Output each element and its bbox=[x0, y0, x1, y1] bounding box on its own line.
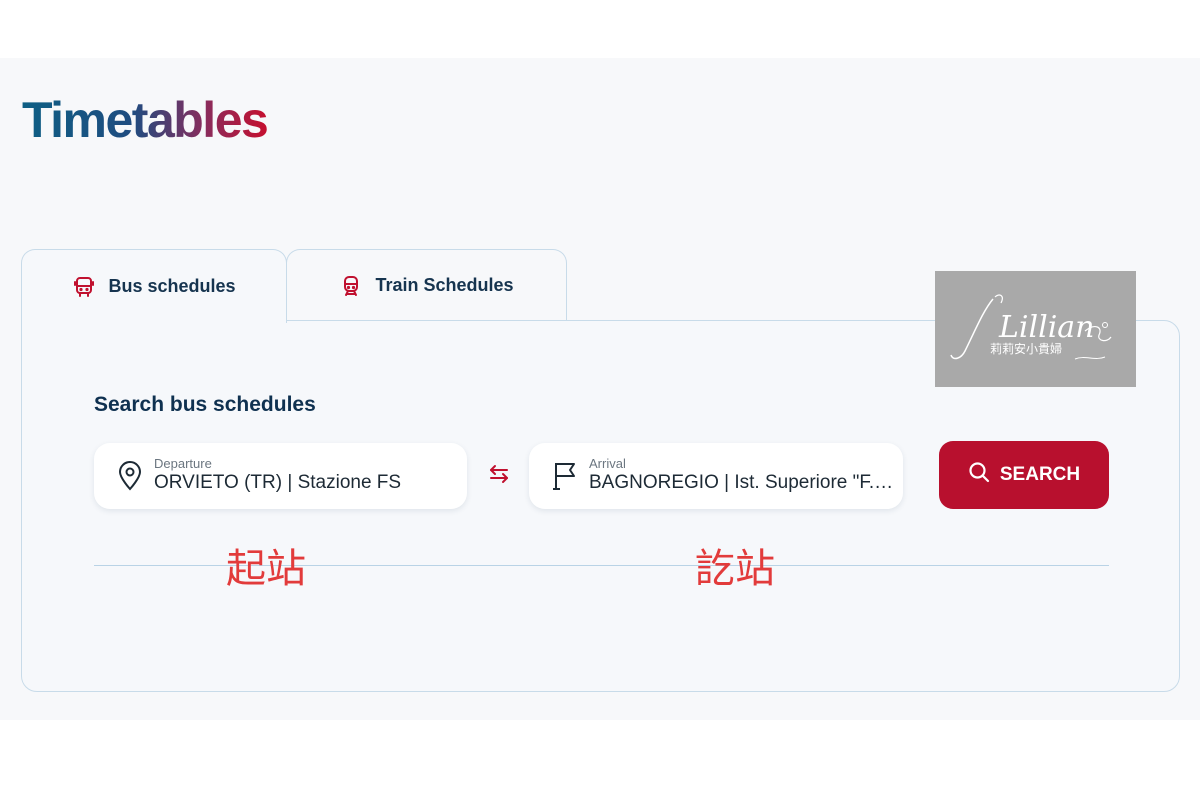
watermark-script: Lillian bbox=[998, 310, 1095, 345]
arrival-value[interactable]: BAGNOREGIO | Ist. Superiore "F.lli Agost… bbox=[589, 471, 897, 495]
departure-label: Departure bbox=[154, 457, 212, 471]
bus-icon bbox=[72, 275, 96, 299]
annotation-start-station: 起站 bbox=[226, 546, 306, 592]
train-icon bbox=[339, 274, 363, 298]
departure-field[interactable]: Departure ORVIETO (TR) | Stazione FS bbox=[94, 443, 467, 509]
search-button-label: SEARCH bbox=[999, 464, 1081, 485]
page-background: Timetables Bus schedules Train Schedules… bbox=[0, 58, 1200, 720]
flag-icon bbox=[551, 460, 579, 492]
swap-arrows-icon bbox=[487, 462, 511, 491]
arrival-label: Arrival bbox=[589, 457, 626, 471]
swap-button[interactable] bbox=[484, 461, 514, 491]
page-title: Timetables bbox=[22, 88, 269, 152]
arrival-field[interactable]: Arrival BAGNOREGIO | Ist. Superiore "F.l… bbox=[529, 443, 903, 509]
departure-value[interactable]: ORVIETO (TR) | Stazione FS bbox=[154, 471, 401, 495]
search-icon bbox=[968, 461, 990, 489]
tab-bus-label: Bus schedules bbox=[108, 276, 236, 296]
tab-bus-schedules[interactable]: Bus schedules bbox=[21, 249, 287, 323]
annotation-end-station: 訖站 bbox=[695, 546, 775, 592]
arrival-text: Arrival BAGNOREGIO | Ist. Superiore "F.l… bbox=[589, 457, 897, 495]
search-heading: Search bus schedules bbox=[94, 393, 316, 416]
watermark-logo: Lillian 莉莉安小貴婦 bbox=[935, 271, 1136, 387]
tab-train-schedules[interactable]: Train Schedules bbox=[286, 249, 567, 321]
search-button[interactable]: SEARCH bbox=[939, 441, 1109, 509]
departure-text: Departure ORVIETO (TR) | Stazione FS bbox=[154, 457, 401, 495]
tab-train-label: Train Schedules bbox=[375, 275, 514, 295]
map-pin-icon bbox=[116, 460, 144, 492]
watermark-subtitle: 莉莉安小貴婦 bbox=[990, 341, 1062, 356]
